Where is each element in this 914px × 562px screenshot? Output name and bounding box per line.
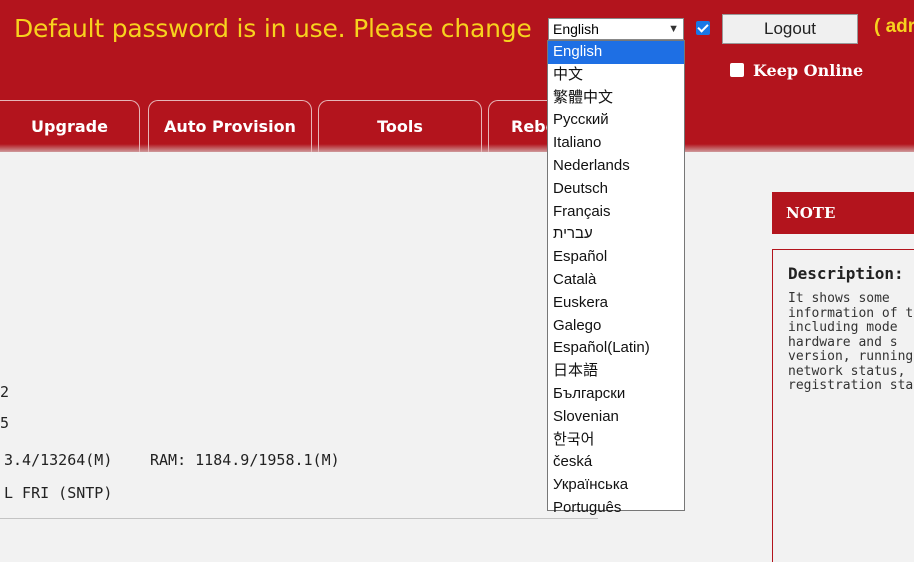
info-line-1: 2 — [0, 383, 10, 401]
language-option-ukrainian[interactable]: Українська — [548, 474, 684, 497]
note-line: hardware and s — [788, 334, 898, 350]
note-header: NOTE — [772, 192, 914, 234]
language-option-english[interactable]: English — [548, 41, 684, 64]
note-line: information of t — [788, 305, 914, 321]
logout-button[interactable]: Logout — [722, 14, 858, 44]
keep-online-label: Keep Online — [753, 61, 864, 80]
language-option-czech[interactable]: česká — [548, 451, 684, 474]
language-option-spanish-latin[interactable]: Español(Latin) — [548, 337, 684, 360]
language-option-german[interactable]: Deutsch — [548, 178, 684, 201]
keep-online-checkbox[interactable] — [730, 63, 744, 77]
divider — [0, 518, 598, 519]
tab-tools[interactable]: Tools — [318, 100, 482, 152]
note-line: It shows some — [788, 292, 890, 306]
note-description: It shows some information of t including… — [788, 292, 914, 394]
time-info: L FRI (SNTP) — [4, 484, 113, 502]
admin-label: ( adr — [874, 16, 914, 37]
note-line: network status, — [788, 363, 906, 379]
language-option-basque[interactable]: Euskera — [548, 292, 684, 315]
language-option-galician[interactable]: Galego — [548, 315, 684, 338]
language-option-portuguese[interactable]: Português — [548, 497, 684, 520]
storage-info: 3.4/13264(M) — [4, 451, 113, 469]
language-option-chinese[interactable]: 中文 — [548, 64, 684, 87]
language-option-french[interactable]: Français — [548, 201, 684, 224]
tab-auto-provision[interactable]: Auto Provision — [148, 100, 312, 152]
language-option-catalan[interactable]: Català — [548, 269, 684, 292]
language-option-slovenian[interactable]: Slovenian — [548, 406, 684, 429]
language-option-traditional-chinese[interactable]: 繁體中文 — [548, 87, 684, 110]
language-option-italian[interactable]: Italiano — [548, 132, 684, 155]
default-password-warning: Default password is in use. Please chang… — [14, 14, 532, 43]
language-dropdown-list: English 中文 繁體中文 Русский Italiano Nederla… — [547, 40, 685, 516]
info-line-2: 5 — [0, 414, 10, 432]
language-option-hebrew[interactable]: עברית — [548, 223, 684, 246]
note-title: Description: — [788, 264, 904, 283]
language-option-russian[interactable]: Русский — [548, 109, 684, 132]
language-option-spanish[interactable]: Español — [548, 246, 684, 269]
note-line: version, running — [788, 349, 914, 364]
language-option-dutch[interactable]: Nederlands — [548, 155, 684, 178]
language-select[interactable]: English ▼ — [548, 18, 684, 40]
ram-info: RAM: 1184.9/1958.1(M) — [150, 451, 340, 469]
note-line: including mode — [788, 320, 898, 335]
language-option-korean[interactable]: 한국어 — [548, 429, 684, 452]
note-line: registration sta — [788, 378, 914, 393]
chevron-down-icon: ▼ — [668, 23, 679, 35]
language-select-value: English — [553, 21, 599, 37]
language-checkbox[interactable] — [696, 21, 710, 35]
language-option-bulgarian[interactable]: Български — [548, 383, 684, 406]
tab-upgrade[interactable]: Upgrade — [0, 100, 140, 152]
language-option-japanese[interactable]: 日本語 — [548, 360, 684, 383]
